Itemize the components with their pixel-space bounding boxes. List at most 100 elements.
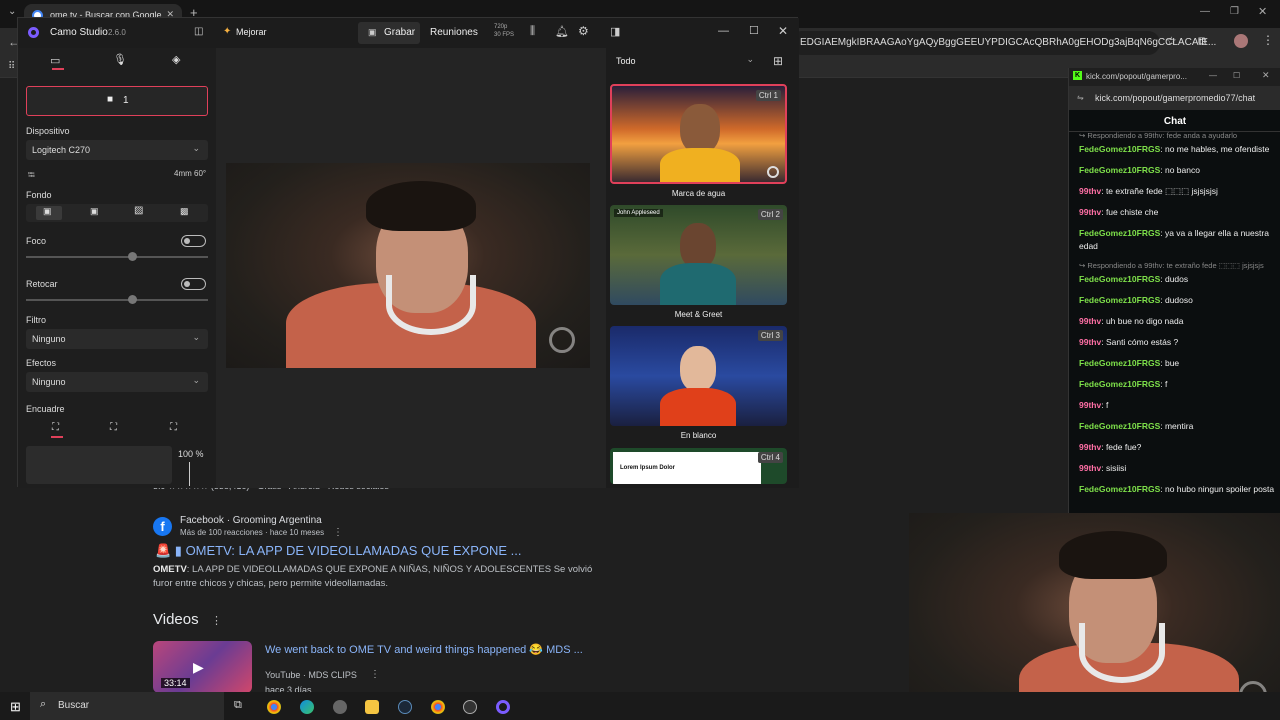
scene-card-3[interactable]: Ctrl 3 <box>610 326 787 426</box>
task-view-icon[interactable]: ⧉ <box>234 699 242 712</box>
record-button[interactable]: ▣ Grabar <box>358 22 420 44</box>
chat-text: : bue <box>1160 358 1180 368</box>
url-text: EDGIAEMgkIBRAAGAoYgAQyBggGEEUYPDIGCAcQBR… <box>800 37 1217 48</box>
result-title-link[interactable]: 🚨 ▮ OMETV: LA APP DE VIDEOLLAMADAS QUE E… <box>155 543 522 559</box>
videos-more-icon[interactable]: ⋮ <box>211 614 222 627</box>
play-icon: ▶ <box>193 659 204 675</box>
profile-avatar[interactable] <box>1234 34 1248 48</box>
site-info-icon[interactable]: ⇋ <box>1077 93 1084 102</box>
bg-remove-icon[interactable]: ▨ <box>134 205 143 216</box>
chat-username[interactable]: FedeGomez10FRGS <box>1079 165 1160 175</box>
tab-list-icon[interactable]: ⌄ <box>8 6 16 17</box>
chat-username[interactable]: FedeGomez10FRGS <box>1079 421 1160 431</box>
fps-label: 30 FPS <box>494 32 515 38</box>
camo-taskbar-icon[interactable] <box>496 700 510 714</box>
sidebar-toggle-icon[interactable]: ◫ <box>194 26 203 37</box>
edge-icon[interactable] <box>300 700 314 714</box>
panel-toggle-icon[interactable]: ◨ <box>610 25 620 38</box>
focus-slider-knob[interactable] <box>128 252 137 261</box>
file-explorer-icon[interactable] <box>365 700 379 714</box>
chat-username[interactable]: FedeGomez10FRGS <box>1079 484 1160 494</box>
usb-icon: ⭾ <box>28 170 35 180</box>
chat-username[interactable]: 99thv <box>1079 337 1101 347</box>
apps-grid-icon[interactable]: ⠿ <box>8 61 15 72</box>
windows-start-icon[interactable]: ⊞ <box>10 699 21 715</box>
chat-message: FedeGomez10FRGS: no banco <box>1079 164 1275 177</box>
chat-text: : uh bue no digo nada <box>1101 316 1184 326</box>
focus-label: Foco <box>26 236 47 246</box>
mic-tab-icon[interactable]: 🎙︎ <box>113 53 127 66</box>
steam-icon[interactable] <box>398 700 412 714</box>
chat-close-icon[interactable]: ✕ <box>1262 70 1270 81</box>
framing-manual-icon[interactable]: ⛶ <box>52 422 59 433</box>
chrome-profile-icon[interactable] <box>431 700 445 714</box>
video-title-link[interactable]: We went back to OME TV and weird things … <box>265 643 583 656</box>
ctrl-key: Ctrl <box>758 91 772 100</box>
retouch-slider-knob[interactable] <box>128 295 137 304</box>
camera-tab-icon[interactable]: ▭ <box>50 54 60 67</box>
chat-text: : no me hables, me ofendiste <box>1160 144 1270 154</box>
sparkle-icon: ✦ <box>223 26 232 37</box>
video-more-icon[interactable]: ⋮ <box>370 669 380 680</box>
result-more-icon[interactable]: ⋮ <box>333 527 343 538</box>
menu-kebab-icon[interactable]: ⋮ <box>1262 33 1274 47</box>
chat-username[interactable]: FedeGomez10FRGS <box>1079 228 1160 238</box>
focus-slider[interactable] <box>26 252 208 261</box>
effects-select[interactable]: Ninguno ⌄ <box>26 372 208 392</box>
bg-blur-icon[interactable]: ▣ <box>90 206 99 217</box>
chrome-icon[interactable] <box>267 700 281 714</box>
chat-username[interactable]: 99thv <box>1079 186 1101 196</box>
grid-view-icon[interactable]: ⊞ <box>773 54 783 68</box>
chat-username[interactable]: FedeGomez10FRGS <box>1079 144 1160 154</box>
chat-username[interactable]: FedeGomez10FRGS <box>1079 274 1160 284</box>
scenes-filter-select[interactable]: Todo ⌄ <box>610 50 760 72</box>
chat-message: FedeGomez10FRGS: f <box>1079 378 1275 391</box>
result-source[interactable]: Facebook · Grooming Argentina <box>180 515 322 526</box>
close-icon[interactable]: ✕ <box>778 24 788 38</box>
bg-replace-icon[interactable]: ▩ <box>180 206 189 217</box>
chat-username[interactable]: 99thv <box>1079 400 1101 410</box>
chat-username[interactable]: 99thv <box>1079 442 1101 452</box>
filter-select[interactable]: Ninguno ⌄ <box>26 329 208 349</box>
chat-message: 99thv: fede fue? <box>1079 441 1275 454</box>
maximize-icon[interactable]: ☐ <box>749 24 759 37</box>
scene-card-1[interactable]: Ctrl 1 <box>610 84 787 184</box>
reply-text: Respondiendo a 99thv: fede anda a ayudar… <box>1087 131 1238 140</box>
headphones <box>386 275 476 335</box>
chat-username[interactable]: 99thv <box>1079 463 1101 473</box>
bell-icon[interactable]: 🔔︎ <box>555 25 569 38</box>
close-browser-icon[interactable]: ✕ <box>1258 5 1267 18</box>
framing-center-icon[interactable]: ⛶ <box>110 422 117 433</box>
chat-username[interactable]: 99thv <box>1079 316 1101 326</box>
meetings-button[interactable]: Reuniones <box>430 27 478 38</box>
layers-tab-icon[interactable]: ◈ <box>172 53 180 66</box>
chat-maximize-icon[interactable]: ☐ <box>1233 71 1240 80</box>
chat-username[interactable]: FedeGomez10FRGS <box>1079 379 1160 389</box>
chat-username[interactable]: 99thv <box>1079 207 1101 217</box>
obs-icon[interactable] <box>463 700 477 714</box>
minimize-browser-icon[interactable]: — <box>1200 6 1210 17</box>
improve-button[interactable]: Mejorar <box>236 27 267 37</box>
zoom-pad[interactable] <box>26 446 172 484</box>
zoom-slider[interactable] <box>189 462 190 486</box>
chat-messages: ↪ Respondiendo a 99thv: fede anda a ayud… <box>1079 129 1275 513</box>
chat-minimize-icon[interactable]: — <box>1209 71 1217 80</box>
taskbar-search[interactable]: ⌕ Buscar <box>30 692 224 720</box>
chat-username[interactable]: FedeGomez10FRGS <box>1079 358 1160 368</box>
focus-toggle[interactable] <box>181 235 206 247</box>
retouch-toggle[interactable] <box>181 278 206 290</box>
chat-username[interactable]: FedeGomez10FRGS <box>1079 295 1160 305</box>
device-select[interactable]: Logitech C270 ⌄ <box>26 140 208 160</box>
app-icon[interactable] <box>333 700 347 714</box>
source-button[interactable]: ■ 1 <box>26 86 208 116</box>
scene-card-2[interactable]: John Appleseed Ctrl 2 <box>610 205 787 305</box>
minimize-icon[interactable]: — <box>718 25 729 37</box>
layout-icon[interactable]: ⫼ <box>530 25 535 38</box>
filter-label: Filtro <box>26 315 46 325</box>
gear-icon[interactable]: ⚙ <box>578 24 589 38</box>
restore-browser-icon[interactable]: ❐ <box>1230 6 1239 17</box>
scene-card-4[interactable]: Lorem Ipsum Dolor Ctrl 4 <box>610 448 787 484</box>
video-thumbnail[interactable]: ▶ 33:14 <box>153 641 252 693</box>
retouch-slider[interactable] <box>26 295 208 304</box>
framing-track-icon[interactable]: ⛶ <box>170 422 177 433</box>
